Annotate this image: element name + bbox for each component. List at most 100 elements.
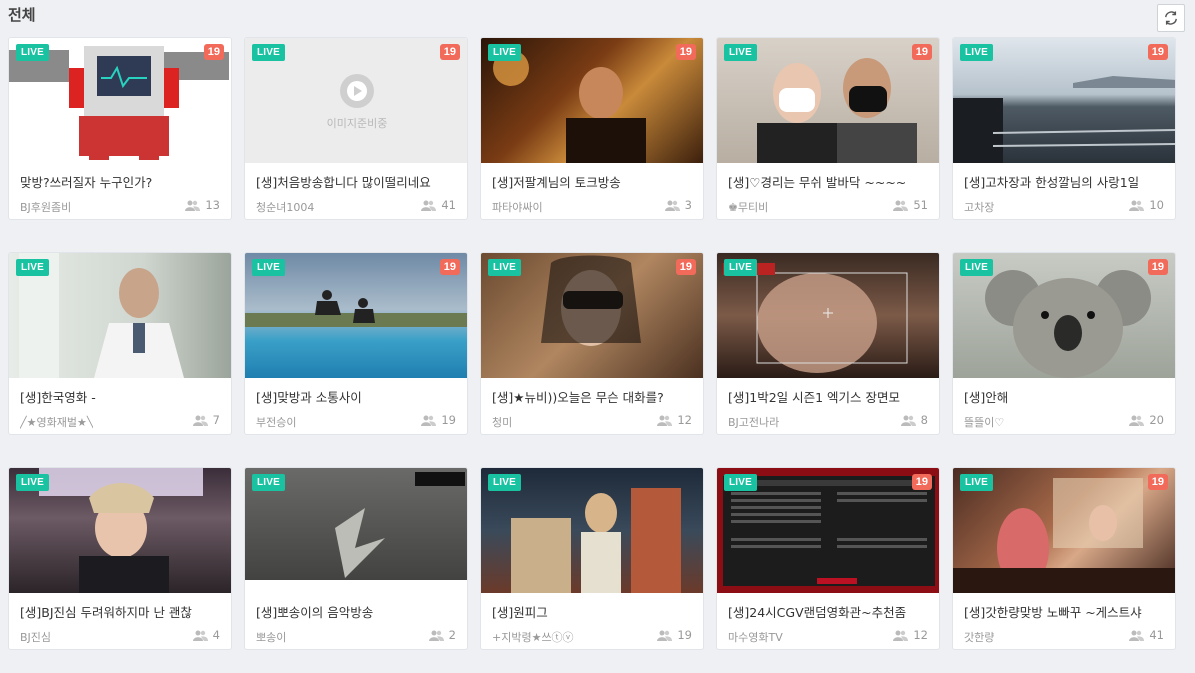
broadcast-card[interactable]: 이미지준비중 LIVE 19 [생]처음방송합니다 많이떨리네요 청순녀1004… xyxy=(244,37,468,220)
viewers-icon xyxy=(900,415,916,426)
viewer-count-value: 7 xyxy=(212,413,220,427)
bj-name[interactable]: 갓한량 xyxy=(964,629,994,645)
viewer-count-value: 20 xyxy=(1149,413,1164,427)
viewers-icon xyxy=(657,630,673,641)
viewers-icon xyxy=(421,200,437,211)
viewer-count-value: 13 xyxy=(205,198,220,212)
viewer-count: 41 xyxy=(420,198,456,212)
bj-name[interactable]: 청미 xyxy=(492,414,512,430)
bj-name[interactable]: BJ후원좀비 xyxy=(20,199,71,215)
page-header: 전체 xyxy=(8,4,1187,32)
live-badge: LIVE xyxy=(488,44,522,61)
broadcast-title[interactable]: [생]고차장과 한성깔님의 사랑1일 xyxy=(964,172,1169,191)
viewer-count-value: 12 xyxy=(913,628,928,642)
broadcast-card[interactable]: LIVE [생]1박2일 시즌1 엑기스 장면모 BJ고전나라 8 xyxy=(716,252,940,435)
bj-name[interactable]: 청순녀1004 xyxy=(256,199,314,215)
broadcast-card[interactable]: LIVE 19 [생]안해 뜰뜰이♡ 20 xyxy=(952,252,1176,435)
refresh-button[interactable] xyxy=(1157,4,1185,32)
live-badge: LIVE xyxy=(16,474,50,491)
broadcast-card[interactable]: LIVE 19 [생]24시CGV랜덤영화관~추천좀 마수영화TV 12 xyxy=(716,467,940,650)
age-badge: 19 xyxy=(439,259,460,275)
viewer-count: 4 xyxy=(192,628,220,642)
bj-name[interactable]: ╱★영화재벌★╲ xyxy=(20,414,93,430)
broadcast-title[interactable]: [생]한국영화 - xyxy=(20,387,225,406)
viewer-count: 51 xyxy=(892,198,928,212)
viewer-count-value: 19 xyxy=(441,413,456,427)
live-badge: LIVE xyxy=(724,44,758,61)
broadcast-title[interactable]: [생]24시CGV랜덤영화관~추천좀 xyxy=(728,602,933,621)
age-badge: 19 xyxy=(1147,259,1168,275)
broadcast-title[interactable]: [생]저팔계님의 토크방송 xyxy=(492,172,697,191)
age-badge: 19 xyxy=(1147,44,1168,60)
broadcast-card[interactable]: LIVE 19 [생]저팔계님의 토크방송 파타야싸이 3 xyxy=(480,37,704,220)
broadcast-title[interactable]: [생]처음방송합니다 많이떨리네요 xyxy=(256,172,461,191)
bj-name[interactable]: 고차장 xyxy=(964,199,994,215)
viewers-icon xyxy=(1129,630,1145,641)
viewer-count-value: 4 xyxy=(212,628,220,642)
broadcast-title[interactable]: [생]♡경리는 무쉬 발바닥 ~~~~ xyxy=(728,172,933,191)
broadcast-title[interactable]: [생]★뉴비))오늘은 무슨 대화를? xyxy=(492,387,697,406)
age-badge: 19 xyxy=(911,44,932,60)
live-badge: LIVE xyxy=(724,474,758,491)
viewer-count: 8 xyxy=(900,413,928,427)
viewer-count: 12 xyxy=(656,413,692,427)
broadcast-title[interactable]: [생]원피그 xyxy=(492,602,697,621)
broadcast-card[interactable]: LIVE [생]원피그 +지박령★쓰ⓣⓥ 19 xyxy=(480,467,704,650)
bj-name[interactable]: BJ진심 xyxy=(20,629,51,645)
bj-name[interactable]: 파타야싸이 xyxy=(492,199,543,215)
age-badge: 19 xyxy=(675,44,696,60)
viewer-count: 41 xyxy=(1128,628,1164,642)
bj-name[interactable]: 부전승이 xyxy=(256,414,296,430)
broadcast-card[interactable]: LIVE [생]BJ진심 두려워하지마 난 괜찮 BJ진심 4 xyxy=(8,467,232,650)
broadcast-card[interactable]: LIVE 19 [생]맞방과 소통사이 부전승이 19 xyxy=(244,252,468,435)
viewer-count-value: 41 xyxy=(1149,628,1164,642)
bj-name[interactable]: +지박령★쓰ⓣⓥ xyxy=(492,629,574,645)
broadcast-title[interactable]: [생]BJ진심 두려워하지마 난 괜찮 xyxy=(20,602,225,621)
page-title: 전체 xyxy=(8,6,36,24)
viewer-count-value: 41 xyxy=(441,198,456,212)
viewer-count-value: 10 xyxy=(1149,198,1164,212)
viewers-icon xyxy=(428,630,444,641)
viewer-count: 7 xyxy=(192,413,220,427)
broadcast-card[interactable]: LIVE 19 [생]♡경리는 무쉬 발바닥 ~~~~ ♚무티비 51 xyxy=(716,37,940,220)
viewer-count-value: 12 xyxy=(677,413,692,427)
viewers-icon xyxy=(664,200,680,211)
viewer-count: 19 xyxy=(420,413,456,427)
broadcast-title[interactable]: [생]안해 xyxy=(964,387,1169,406)
bj-name[interactable]: ♚무티비 xyxy=(728,199,768,215)
broadcast-card[interactable]: LIVE 19 맞방?쓰러질자 누구인가? BJ후원좀비 13 xyxy=(8,37,232,220)
broadcast-title[interactable]: [생]1박2일 시즌1 엑기스 장면모 xyxy=(728,387,933,406)
broadcast-title[interactable]: [생]맞방과 소통사이 xyxy=(256,387,461,406)
live-badge: LIVE xyxy=(960,259,994,276)
broadcast-title[interactable]: [생]갓한량맞방 노빠꾸 ~게스트샤 xyxy=(964,602,1169,621)
bj-name[interactable]: 마수영화TV xyxy=(728,629,783,645)
viewer-count: 2 xyxy=(428,628,456,642)
broadcast-title[interactable]: 맞방?쓰러질자 누구인가? xyxy=(20,172,225,191)
viewers-icon xyxy=(185,200,201,211)
live-badge: LIVE xyxy=(960,44,994,61)
live-badge: LIVE xyxy=(252,474,286,491)
live-badge: LIVE xyxy=(252,44,286,61)
bj-name[interactable]: BJ고전나라 xyxy=(728,414,779,430)
broadcast-card[interactable]: LIVE 19 [생]★뉴비))오늘은 무슨 대화를? 청미 12 xyxy=(480,252,704,435)
live-badge: LIVE xyxy=(16,259,50,276)
viewer-count-value: 3 xyxy=(684,198,692,212)
age-badge: 19 xyxy=(675,259,696,275)
live-badge: LIVE xyxy=(488,474,522,491)
play-icon xyxy=(340,74,374,108)
bj-name[interactable]: 뽀송이 xyxy=(256,629,286,645)
bj-name[interactable]: 뜰뜰이♡ xyxy=(964,414,1004,430)
broadcast-card[interactable]: LIVE [생]한국영화 - ╱★영화재벌★╲ 7 xyxy=(8,252,232,435)
viewer-count: 12 xyxy=(892,628,928,642)
broadcast-card[interactable]: LIVE 19 [생]갓한량맞방 노빠꾸 ~게스트샤 갓한량 41 xyxy=(952,467,1176,650)
live-badge: LIVE xyxy=(488,259,522,276)
broadcast-title[interactable]: [생]뽀송이의 음악방송 xyxy=(256,602,461,621)
viewer-count-value: 51 xyxy=(913,198,928,212)
broadcast-card[interactable]: LIVE 19 [생]고차장과 한성깔님의 사랑1일 고차장 10 xyxy=(952,37,1176,220)
viewer-count-value: 2 xyxy=(448,628,456,642)
broadcast-card[interactable]: LIVE [생]뽀송이의 음악방송 뽀송이 2 xyxy=(244,467,468,650)
viewers-icon xyxy=(192,630,208,641)
viewer-count: 20 xyxy=(1128,413,1164,427)
viewers-icon xyxy=(1129,415,1145,426)
viewer-count: 19 xyxy=(656,628,692,642)
